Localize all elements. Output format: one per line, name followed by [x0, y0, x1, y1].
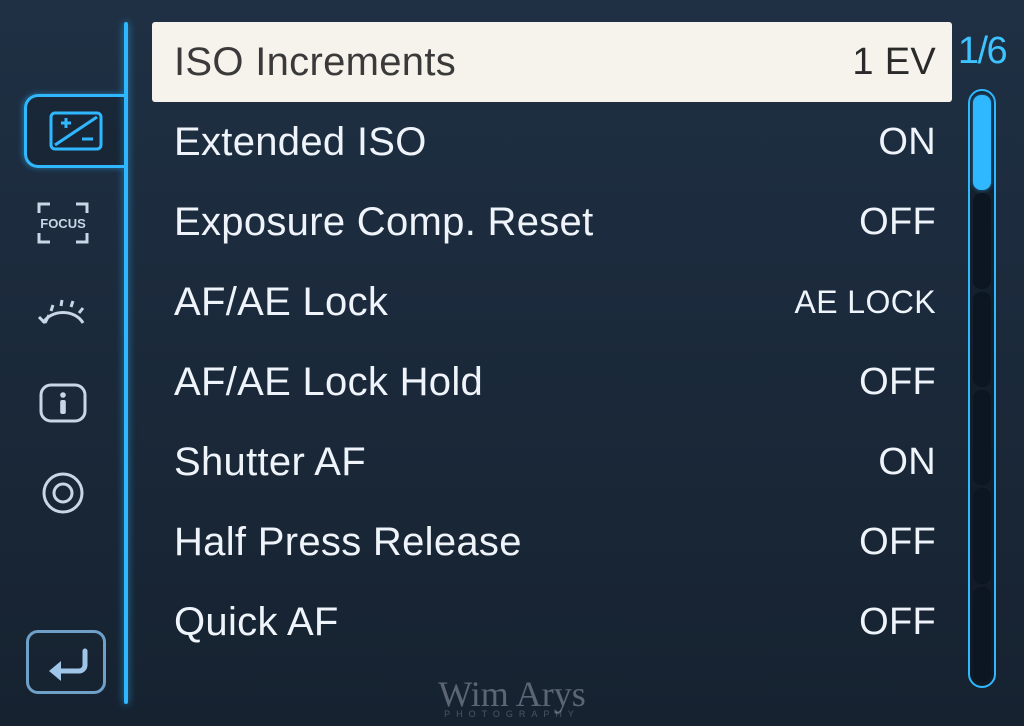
menu-item-label: Shutter AF — [174, 440, 366, 485]
menu-item-value: ON — [878, 121, 936, 164]
menu-tab-sidebar: FOCUS — [20, 22, 124, 704]
menu-item-value: OFF — [859, 201, 936, 244]
focus-icon: FOCUS — [36, 201, 90, 245]
menu-item-label: Quick AF — [174, 600, 339, 645]
scrollbar-seg — [973, 95, 991, 190]
menu-item-value: OFF — [859, 361, 936, 404]
menu-item-label: Half Press Release — [174, 520, 522, 565]
menu-item-extended-iso[interactable]: Extended ISO ON — [152, 102, 952, 182]
tab-lens[interactable] — [20, 458, 106, 528]
menu-item-value: 1 EV — [852, 41, 936, 84]
page-scrollbar[interactable] — [968, 89, 996, 688]
menu-item-label: Extended ISO — [174, 120, 427, 165]
menu-item-label: AF/AE Lock Hold — [174, 360, 483, 405]
menu-item-label: AF/AE Lock — [174, 280, 388, 325]
menu-item-value: OFF — [859, 521, 936, 564]
menu-item-exposure-comp-reset[interactable]: Exposure Comp. Reset OFF — [152, 182, 952, 262]
menu-item-shutter-af[interactable]: Shutter AF ON — [152, 422, 952, 502]
menu-item-af-ae-lock-hold[interactable]: AF/AE Lock Hold OFF — [152, 342, 952, 422]
menu-item-af-ae-lock[interactable]: AF/AE Lock AE LOCK — [152, 262, 952, 342]
menu-item-label: ISO Increments — [174, 40, 456, 85]
tab-focus[interactable]: FOCUS — [20, 188, 106, 258]
scrollbar-seg — [973, 587, 991, 682]
tab-info[interactable] — [20, 368, 106, 438]
exposure-comp-icon — [49, 111, 103, 151]
info-icon — [38, 382, 88, 424]
divider-line — [124, 22, 128, 704]
svg-text:FOCUS: FOCUS — [40, 216, 86, 231]
tab-dial[interactable] — [20, 278, 106, 348]
menu-item-value: AE LOCK — [794, 284, 936, 321]
tab-exposure[interactable] — [24, 94, 124, 168]
scrollbar-seg — [973, 390, 991, 485]
page-label: 1/6 — [958, 30, 1006, 73]
page-indicator: 1/6 — [952, 22, 1012, 704]
camera-menu-screen: FOCUS — [0, 0, 1024, 726]
scrollbar-seg — [973, 193, 991, 288]
menu-item-half-press-release[interactable]: Half Press Release OFF — [152, 502, 952, 582]
watermark-sub: PHOTOGRAPHY — [438, 711, 586, 718]
menu-content: ISO Increments 1 EV Extended ISO ON Expo… — [124, 22, 1012, 704]
back-button[interactable] — [26, 630, 106, 694]
menu-item-iso-increments[interactable]: ISO Increments 1 EV — [152, 22, 952, 102]
menu-item-value: OFF — [859, 601, 936, 644]
back-arrow-icon — [41, 643, 91, 681]
lens-icon — [40, 470, 86, 516]
menu-item-label: Exposure Comp. Reset — [174, 200, 594, 245]
menu-list: ISO Increments 1 EV Extended ISO ON Expo… — [124, 22, 952, 704]
dial-icon — [35, 293, 91, 333]
menu-item-value: ON — [878, 441, 936, 484]
menu-item-quick-af[interactable]: Quick AF OFF — [152, 582, 952, 662]
scrollbar-seg — [973, 488, 991, 583]
scrollbar-seg — [973, 292, 991, 387]
